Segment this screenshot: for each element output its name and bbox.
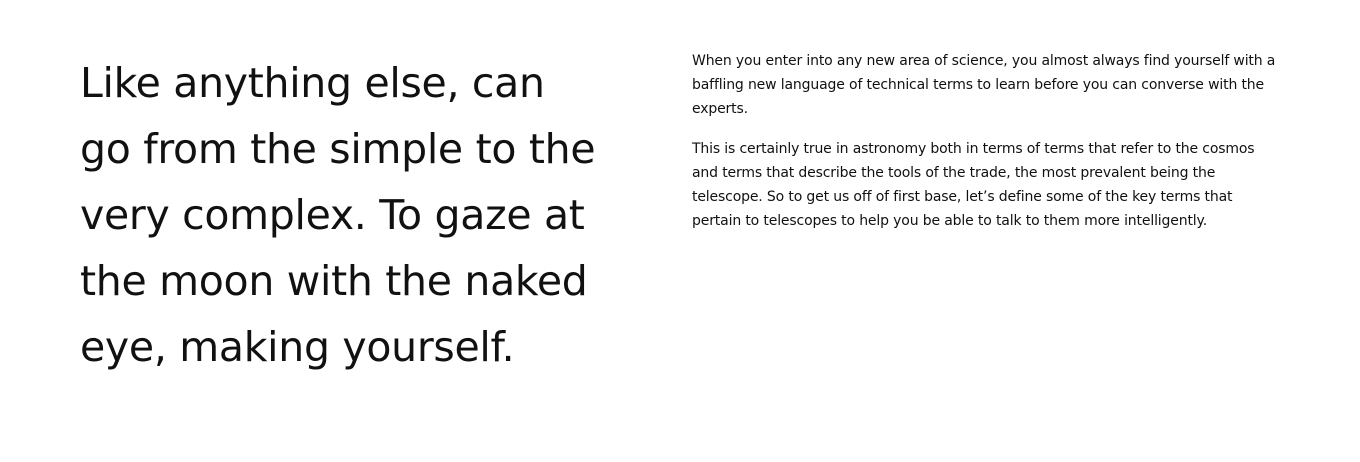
body-copy: When you enter into any new area of scie… xyxy=(692,49,1282,249)
lead-text: Like anything else, can go from the simp… xyxy=(80,59,596,371)
paragraph-1: When you enter into any new area of scie… xyxy=(692,53,1276,117)
content-section: Like anything else, can go from the simp… xyxy=(0,0,1360,462)
paragraph-2: This is certainly true in astronomy both… xyxy=(692,141,1255,229)
